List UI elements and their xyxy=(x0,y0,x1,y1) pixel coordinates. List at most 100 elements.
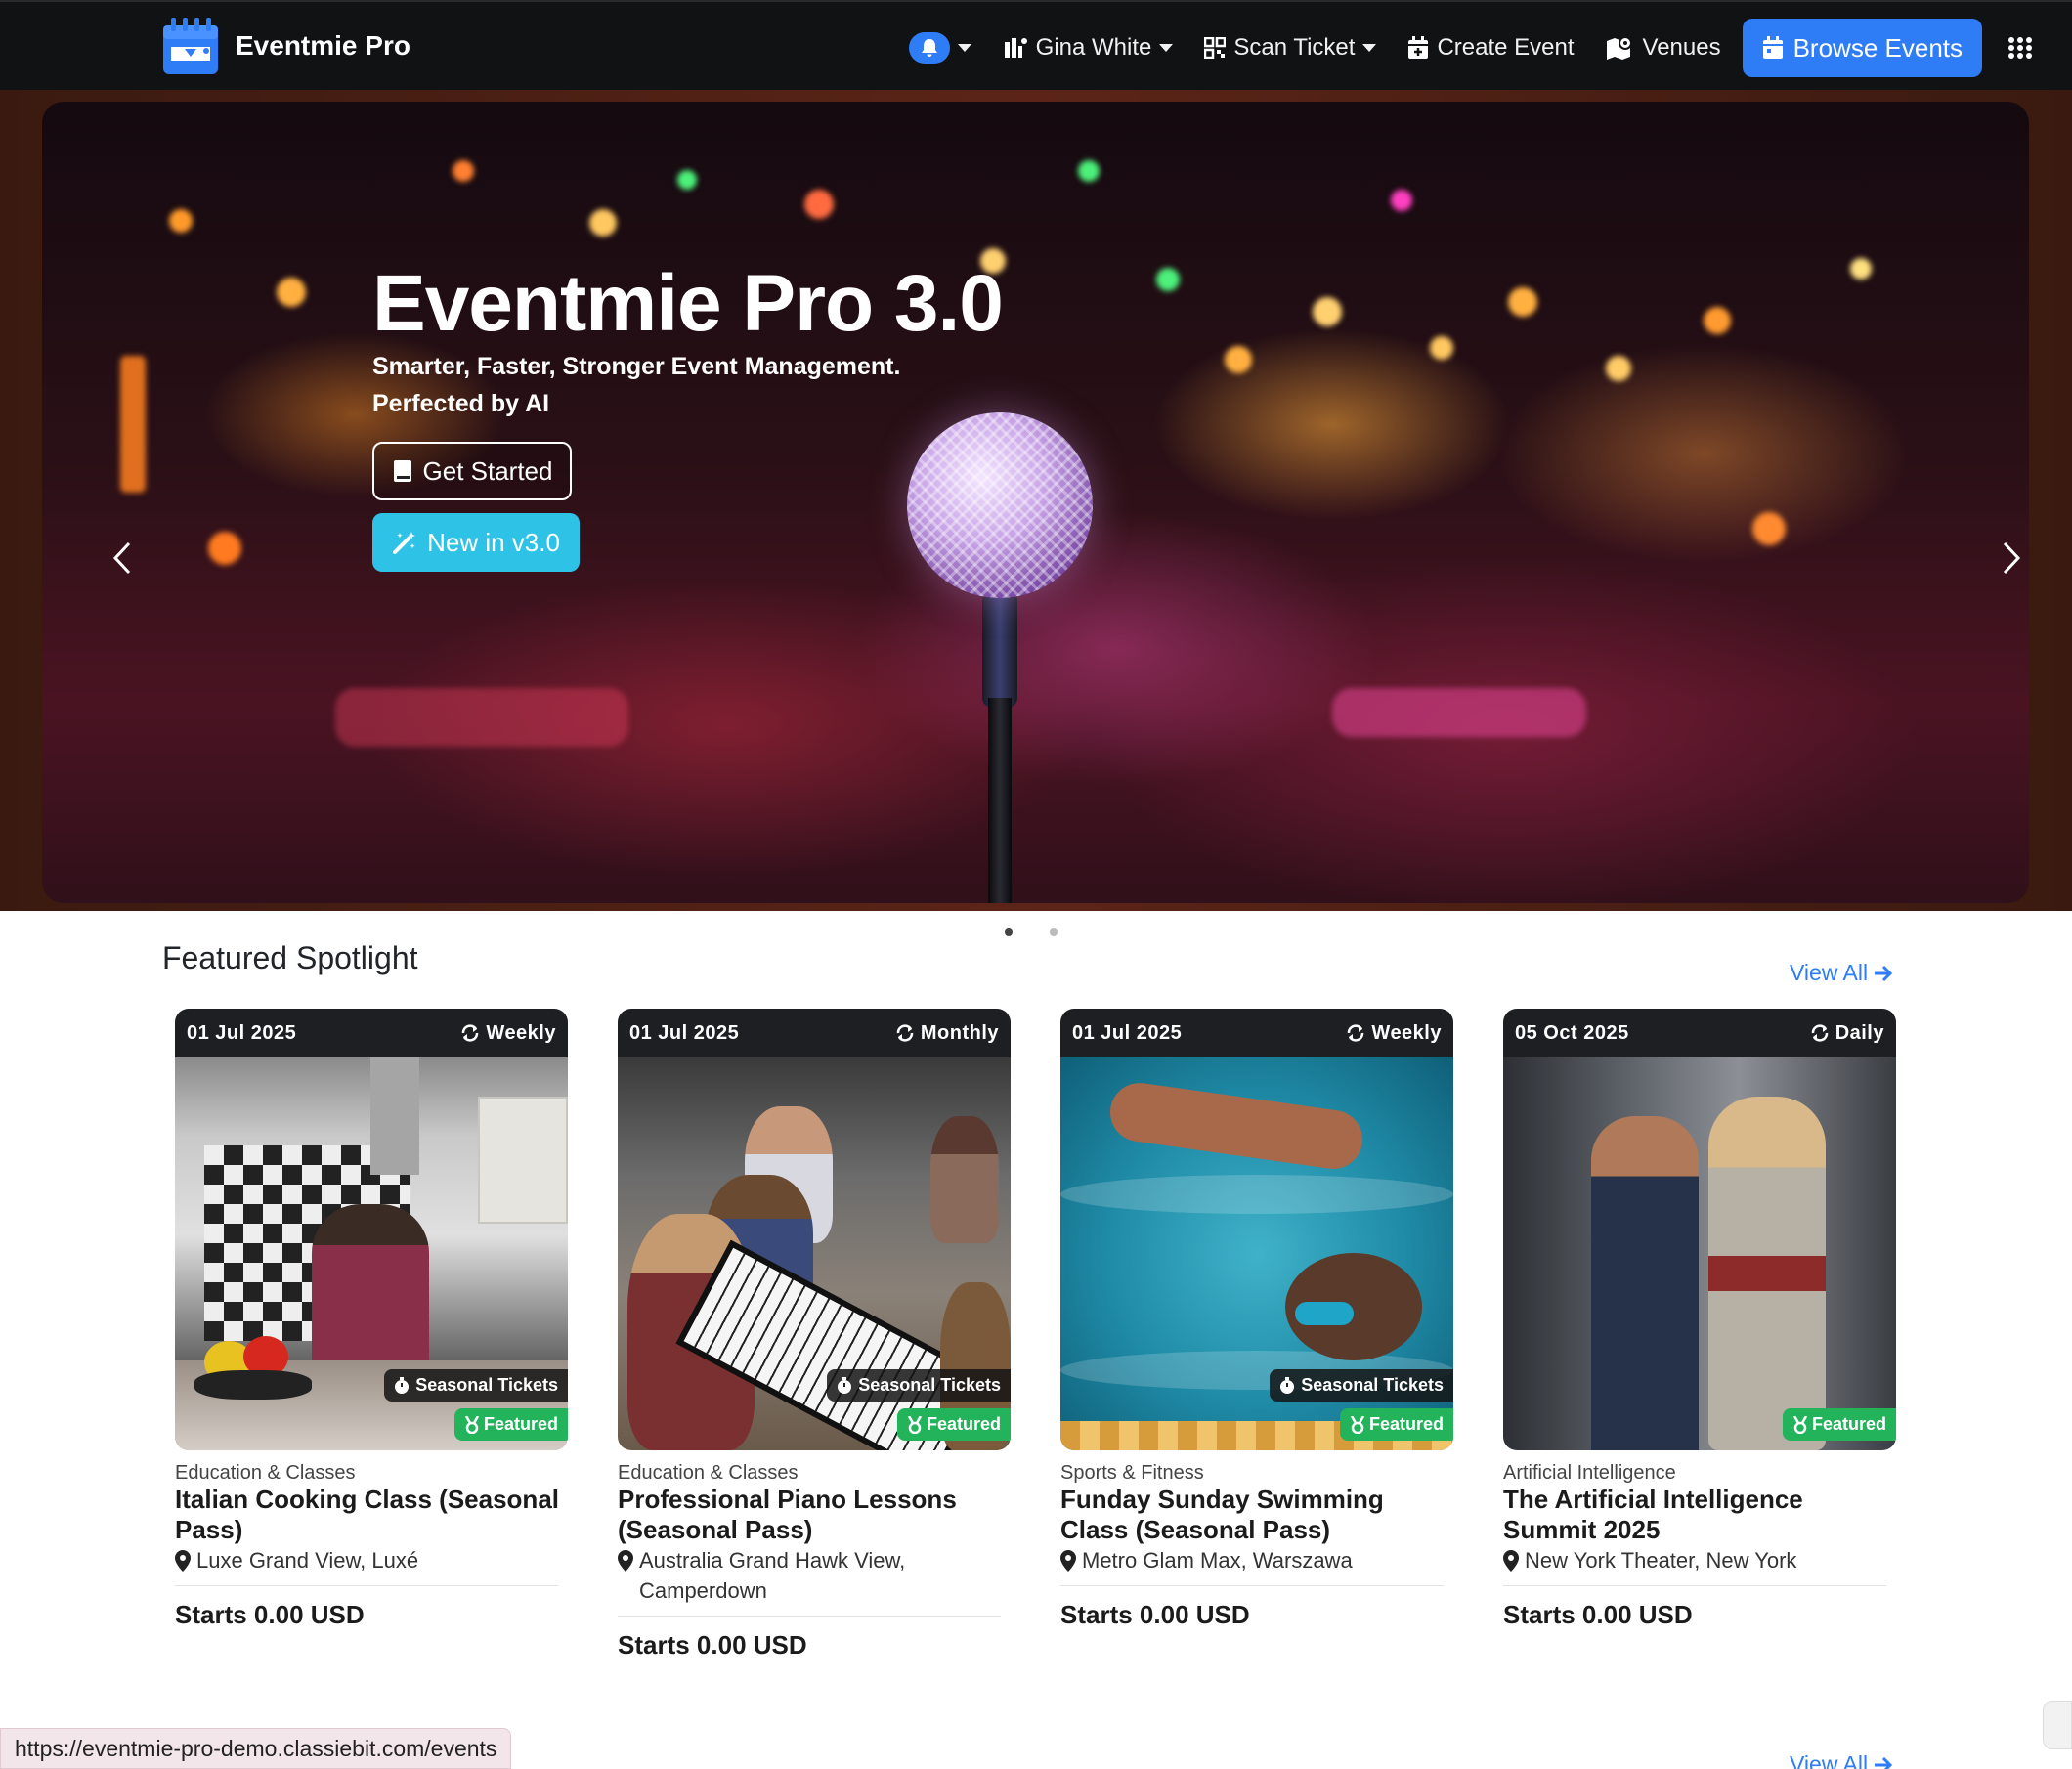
new-in-v3-button[interactable]: New in v3.0 xyxy=(372,513,580,572)
event-card[interactable]: 01 Jul 2025 Weekly Seasonal Tickets Feat… xyxy=(175,1009,568,1630)
event-frequency-label: Weekly xyxy=(486,1021,556,1044)
event-date: 05 Oct 2025 xyxy=(1515,1021,1629,1044)
featured-badge: Featured xyxy=(1782,1408,1896,1441)
brand-logo-icon xyxy=(163,18,218,74)
brand[interactable]: Eventmie Pro xyxy=(161,16,410,76)
seasonal-tickets-label: Seasonal Tickets xyxy=(858,1375,1001,1395)
event-frequency-label: Monthly xyxy=(920,1021,999,1044)
mic-stand xyxy=(988,698,1012,903)
hero-carousel: Eventmie Pro 3.0 Smarter, Faster, Strong… xyxy=(42,102,2029,903)
map-pin-icon xyxy=(618,1550,633,1572)
card-header: 01 Jul 2025 Weekly xyxy=(175,1009,568,1057)
event-date: 01 Jul 2025 xyxy=(629,1021,740,1044)
event-title[interactable]: Professional Piano Lessons (Seasonal Pas… xyxy=(618,1485,1011,1545)
microphone-image xyxy=(907,412,1093,598)
top-navbar: Eventmie Pro Gina White Scan Ticket Crea… xyxy=(0,0,2072,90)
view-all-link[interactable]: View All xyxy=(1790,960,1893,986)
event-image[interactable]: Featured xyxy=(1503,1057,1896,1450)
scan-ticket-label: Scan Ticket xyxy=(1233,34,1356,61)
event-category: Sports & Fitness xyxy=(1060,1462,1204,1484)
medal-icon xyxy=(1792,1415,1808,1434)
medal-icon xyxy=(907,1415,923,1434)
user-icon xyxy=(1004,38,1027,58)
apps-grid-icon[interactable] xyxy=(2007,36,2033,60)
map-pin-icon xyxy=(1503,1550,1519,1572)
event-venue-label: New York Theater, New York xyxy=(1525,1548,1797,1573)
user-name: Gina White xyxy=(1035,34,1152,61)
repeat-icon xyxy=(896,1024,914,1042)
status-bar-url: https://eventmie-pro-demo.classiebit.com… xyxy=(0,1728,512,1769)
browse-events-button[interactable]: Browse Events xyxy=(1742,19,1982,77)
featured-badge: Featured xyxy=(453,1408,568,1441)
event-image[interactable]: Seasonal Tickets Featured xyxy=(1060,1057,1453,1450)
event-card[interactable]: 05 Oct 2025 Daily Featured Artificial In… xyxy=(1503,1009,1896,1630)
carousel-indicator-1[interactable] xyxy=(1005,928,1013,936)
repeat-icon xyxy=(1811,1024,1828,1042)
chevron-left-icon xyxy=(112,541,131,575)
seasonal-tickets-badge: Seasonal Tickets xyxy=(1270,1369,1453,1402)
card-divider xyxy=(1060,1585,1444,1586)
carousel-next-button[interactable] xyxy=(1992,529,2029,587)
event-title[interactable]: Funday Sunday Swimming Class (Seasonal P… xyxy=(1060,1485,1453,1545)
create-event-label: Create Event xyxy=(1437,34,1575,61)
side-scroll-tab[interactable] xyxy=(2043,1701,2072,1749)
event-image[interactable]: Seasonal Tickets Featured xyxy=(175,1057,568,1450)
event-title[interactable]: Italian Cooking Class (Seasonal Pass) xyxy=(175,1485,568,1545)
book-icon xyxy=(393,460,411,482)
event-venue-label: Metro Glam Max, Warszawa xyxy=(1082,1548,1353,1573)
calendar-plus-icon xyxy=(1408,36,1429,59)
event-frequency-label: Daily xyxy=(1835,1021,1884,1044)
carousel-indicators xyxy=(1005,928,1058,936)
carousel-indicator-2[interactable] xyxy=(1050,928,1058,936)
venues-link[interactable]: Venues xyxy=(1606,34,1721,62)
event-price: Starts 0.00 USD xyxy=(1503,1600,1693,1629)
event-card[interactable]: 01 Jul 2025 Weekly Seasonal Tickets Feat… xyxy=(1060,1009,1453,1630)
event-image[interactable]: Seasonal Tickets Featured xyxy=(618,1057,1011,1450)
scan-ticket-dropdown[interactable]: Scan Ticket xyxy=(1204,34,1377,62)
featured-badge: Featured xyxy=(1339,1408,1453,1441)
view-all-link-next-section[interactable]: View All xyxy=(1790,1751,1893,1769)
seasonal-tickets-badge: Seasonal Tickets xyxy=(384,1369,568,1402)
card-divider xyxy=(618,1616,1001,1617)
carousel-prev-button[interactable] xyxy=(103,529,142,587)
hero-title: Eventmie Pro 3.0 xyxy=(372,259,1004,348)
card-header: 05 Oct 2025 Daily xyxy=(1503,1009,1896,1057)
event-venue-label: Australia Grand Hawk View, Camperdown xyxy=(639,1548,906,1603)
event-card[interactable]: 01 Jul 2025 Monthly Seasonal Tickets Fea… xyxy=(618,1009,1011,1661)
card-divider xyxy=(1503,1585,1886,1586)
stopwatch-icon xyxy=(395,1376,410,1394)
magic-wand-icon xyxy=(393,532,416,554)
bell-icon xyxy=(908,32,950,64)
stopwatch-icon xyxy=(1280,1376,1295,1394)
event-venue: Luxe Grand View, Luxé xyxy=(175,1545,568,1575)
user-dropdown[interactable]: Gina White xyxy=(1003,34,1174,62)
map-icon xyxy=(1606,36,1632,60)
event-venue-label: Luxe Grand View, Luxé xyxy=(196,1548,419,1573)
featured-label: Featured xyxy=(926,1414,1001,1434)
brand-name: Eventmie Pro xyxy=(236,30,410,61)
featured-section-title: Featured Spotlight xyxy=(162,940,418,975)
repeat-icon xyxy=(1348,1024,1364,1042)
get-started-button[interactable]: Get Started xyxy=(372,442,572,500)
event-date: 01 Jul 2025 xyxy=(1072,1021,1183,1044)
create-event-link[interactable]: Create Event xyxy=(1407,34,1575,62)
medal-icon xyxy=(1350,1415,1365,1434)
stopwatch-icon xyxy=(838,1376,852,1394)
new-in-v3-label: New in v3.0 xyxy=(427,527,560,557)
arrow-right-icon xyxy=(1875,1756,1893,1769)
card-header: 01 Jul 2025 Weekly xyxy=(1060,1009,1453,1057)
repeat-icon xyxy=(462,1024,479,1042)
event-frequency: Weekly xyxy=(460,1022,556,1045)
featured-label: Featured xyxy=(1811,1414,1886,1434)
featured-badge: Featured xyxy=(896,1408,1011,1441)
featured-label: Featured xyxy=(1368,1414,1444,1434)
event-title[interactable]: The Artificial Intelligence Summit 2025 xyxy=(1503,1485,1896,1545)
notifications-dropdown[interactable] xyxy=(908,32,971,64)
nav-items: Gina White Scan Ticket Create Event Venu… xyxy=(878,19,2033,77)
get-started-label: Get Started xyxy=(422,455,553,486)
map-pin-icon xyxy=(1060,1550,1076,1572)
view-all-label: View All xyxy=(1790,960,1869,985)
chevron-down-icon xyxy=(1362,44,1377,52)
medal-icon xyxy=(464,1415,480,1434)
event-category: Education & Classes xyxy=(175,1462,356,1484)
